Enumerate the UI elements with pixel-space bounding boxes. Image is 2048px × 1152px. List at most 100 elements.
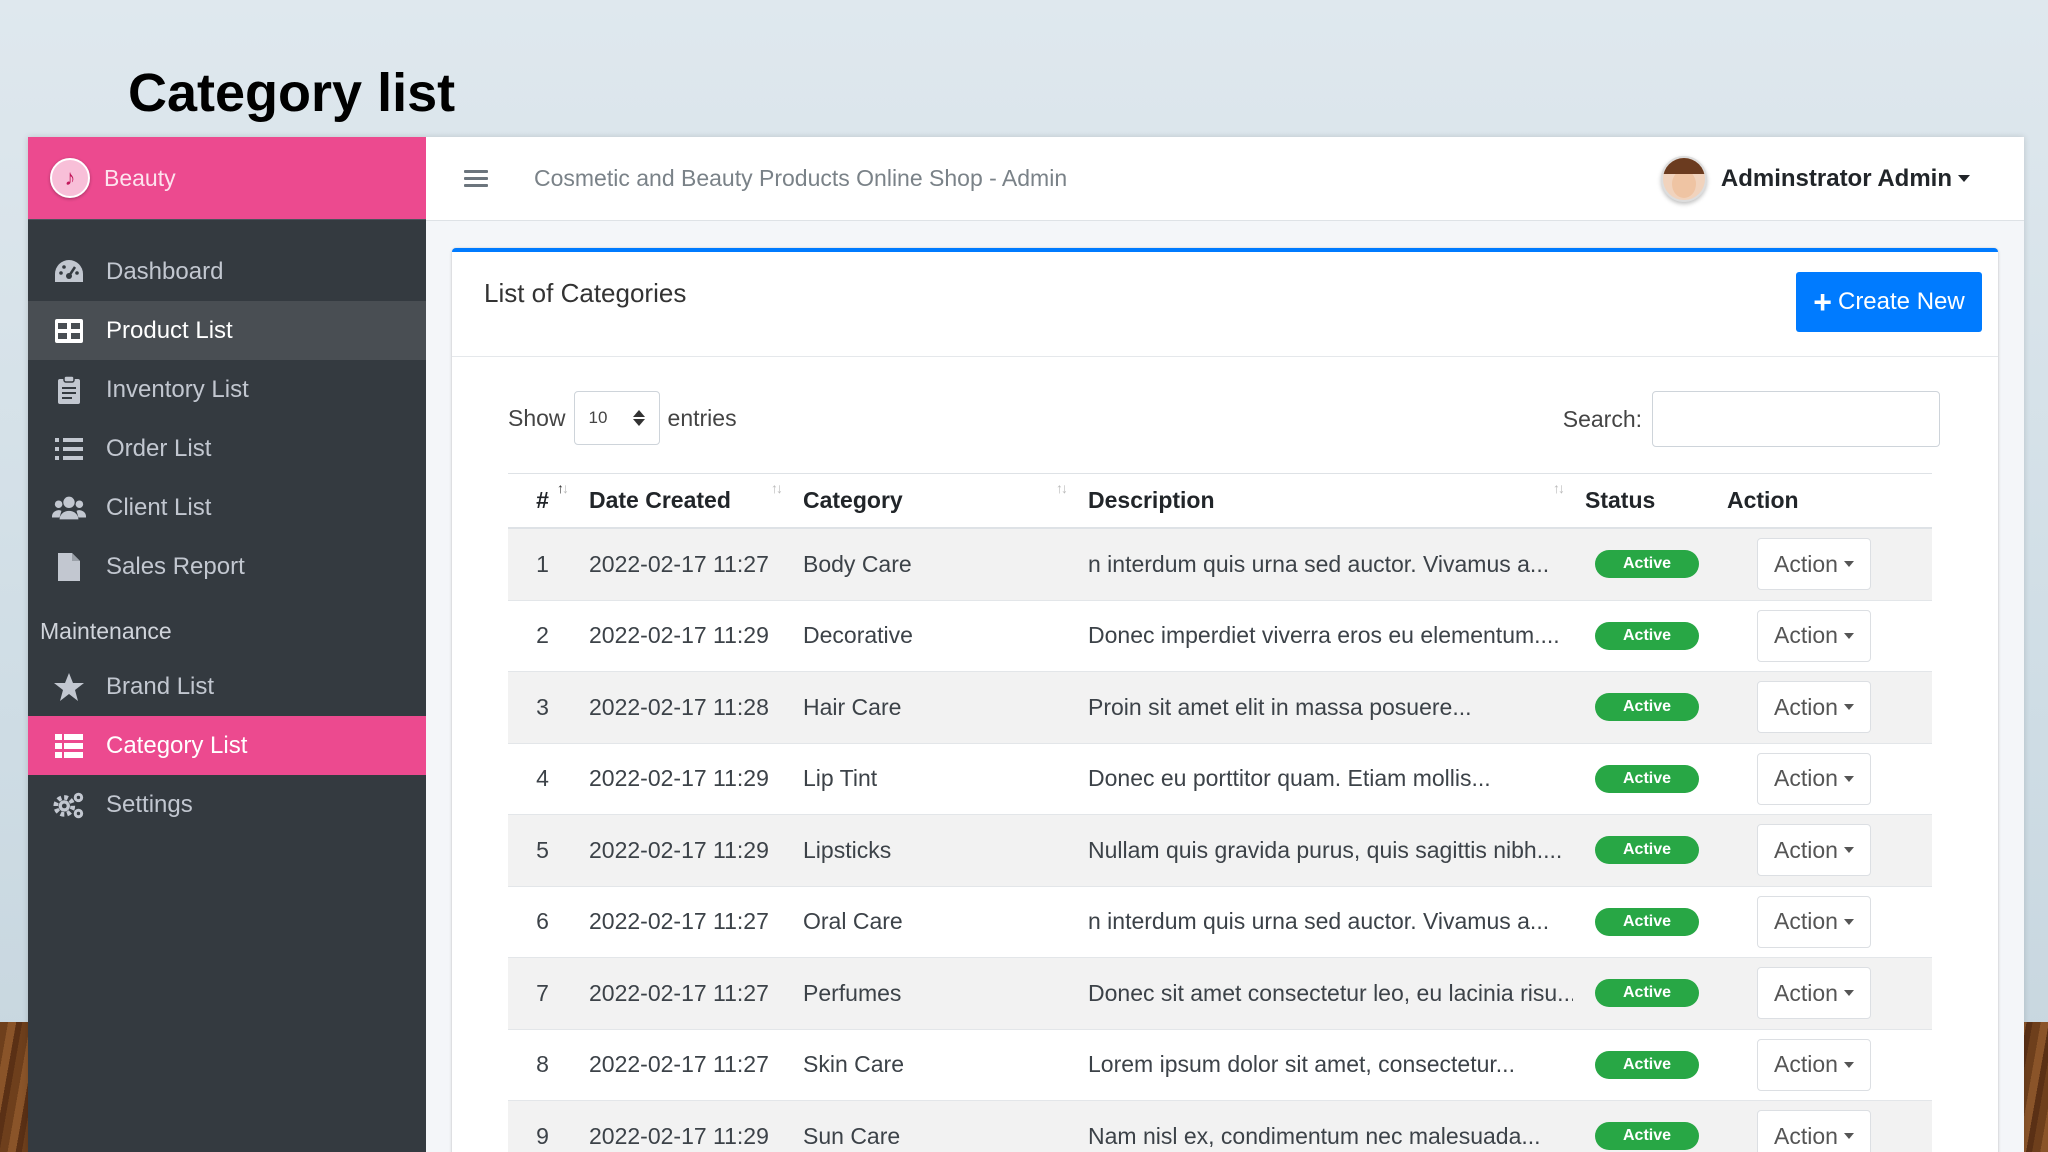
action-dropdown-button[interactable]: Action [1757,895,1871,948]
status-badge: Active [1595,1122,1699,1151]
table-icon [52,314,86,348]
sort-icon: ↑↓ [771,480,783,496]
action-label: Action [1774,908,1838,935]
action-dropdown-button[interactable]: Action [1757,824,1871,877]
users-icon [52,491,86,525]
cell-category: Lip Tint [803,765,878,792]
sidebar-item-label: Category List [106,731,248,759]
cell-action: Action [1715,815,1932,886]
app-title: Cosmetic and Beauty Products Online Shop… [534,165,1068,191]
action-dropdown-button[interactable]: Action [1757,1038,1871,1091]
sidebar-item-brand-list[interactable]: Brand List [28,657,426,716]
select-updown-icon [632,410,645,426]
cogs-icon [52,788,86,822]
cell-date-created: 2022-02-17 11:27 [589,979,769,1006]
action-dropdown-button[interactable]: Action [1757,967,1871,1020]
list-icon [52,432,86,466]
chevron-down-icon [1843,1061,1854,1068]
column-header-action: Action [1727,487,1799,513]
sidebar-item-label: Product List [106,316,233,344]
cell-number: 9 [536,1122,549,1149]
status-badge: Active [1595,550,1699,579]
status-badge: Active [1595,764,1699,793]
sidebar-item-inventory-list[interactable]: Inventory List [28,360,426,419]
cell-status: Active [1573,887,1715,958]
create-new-label: Create New [1837,288,1965,315]
hamburger-icon[interactable] [464,166,488,191]
table-row: 8 2022-02-17 11:27 Skin Care Lorem ipsum do… [508,1030,1932,1101]
sidebar-item-settings[interactable]: Settings [28,775,426,834]
chevron-down-icon [1843,704,1854,711]
cell-category: Skin Care [803,1051,904,1078]
cell-action: Action [1715,1101,1932,1152]
column-header-number[interactable]: # ↑↓ [508,474,577,527]
column-header-date-created[interactable]: Date Created ↑↓ [577,474,791,527]
user-menu[interactable]: Adminstrator Admin [1660,155,1970,202]
categories-card: List of Categories + Create New Show 10 … [452,248,1998,1152]
cell-status: Active [1573,815,1715,886]
chevron-down-icon [1958,175,1970,182]
cell-status: Active [1573,529,1715,600]
cell-action: Action [1715,887,1932,958]
sidebar-item-sales-report[interactable]: Sales Report [28,537,426,596]
cell-description: Nam nisl ex, condimentum nec malesuada..… [1088,1122,1541,1149]
cell-category: Perfumes [803,979,902,1006]
cell-action: Action [1715,529,1932,600]
cell-date-created: 2022-02-17 11:29 [589,836,769,863]
cell-status: Active [1573,1101,1715,1152]
cell-description: Donec eu porttitor quam. Etiam mollis... [1088,765,1491,792]
sidebar-section-maintenance: Maintenance [40,618,172,644]
chevron-down-icon [1843,1133,1854,1140]
sidebar-item-label: Dashboard [106,257,224,285]
sidebar-item-label: Brand List [106,672,215,700]
action-dropdown-button[interactable]: Action [1757,752,1871,805]
cell-status: Active [1573,958,1715,1029]
slide-title: Category list [128,63,456,123]
cell-action: Action [1715,672,1932,743]
cell-category: Oral Care [803,908,903,935]
cell-number: 8 [536,1051,549,1078]
cell-category: Hair Care [803,693,902,720]
cell-date-created: 2022-02-17 11:27 [589,550,769,577]
card-title: List of Categories [484,278,687,308]
sidebar-item-client-list[interactable]: Client List [28,478,426,537]
cell-description: Lorem ipsum dolor sit amet, consectetur.… [1088,1051,1515,1078]
cell-status: Active [1573,744,1715,815]
action-dropdown-button[interactable]: Action [1757,1110,1871,1152]
action-dropdown-button[interactable]: Action [1757,609,1871,662]
table-row: 7 2022-02-17 11:27 Perfumes Donec sit amet … [508,958,1932,1030]
topbar: Cosmetic and Beauty Products Online Shop… [426,137,2024,221]
cell-number: 6 [536,908,549,935]
sidebar-item-dashboard[interactable]: Dashboard [28,242,426,301]
cell-number: 5 [536,836,549,863]
cell-description: n interdum quis urna sed auctor. Vivamus… [1088,908,1550,935]
chevron-down-icon [1843,775,1854,782]
cell-category: Sun Care [803,1122,901,1149]
action-dropdown-button[interactable]: Action [1757,681,1871,734]
create-new-button[interactable]: + Create New [1796,272,1982,332]
search-label: Search: [1562,405,1642,432]
cell-category: Body Care [803,550,912,577]
action-label: Action [1774,836,1838,863]
sidebar-item-category-list[interactable]: Category List [28,716,426,775]
search-input[interactable] [1652,391,1940,447]
column-header-category[interactable]: Category ↑↓ [791,474,1076,527]
action-label: Action [1774,550,1838,577]
chevron-down-icon [1843,561,1854,568]
cell-category: Decorative [803,622,913,649]
table-row: 2 2022-02-17 11:29 Decorative Donec imperdi… [508,601,1932,672]
action-label: Action [1774,765,1838,792]
table-row: 6 2022-02-17 11:27 Oral Care n interdum qui… [508,887,1932,958]
brand-logo: ♪ [50,158,90,198]
sidebar-item-product-list[interactable]: Product List [28,301,426,360]
categories-table: # ↑↓ Date Created ↑↓ Category ↑↓ Descrip… [508,473,1932,1152]
status-badge: Active [1595,693,1699,722]
brand-link[interactable]: ♪ Beauty [28,137,426,220]
cell-number: 7 [536,979,549,1006]
cell-date-created: 2022-02-17 11:27 [589,908,769,935]
column-header-description[interactable]: Description ↑↓ [1076,474,1573,527]
action-dropdown-button[interactable]: Action [1757,538,1871,591]
entries-select[interactable]: 10 [573,391,660,445]
sidebar-item-order-list[interactable]: Order List [28,419,426,478]
brand-name: Beauty [104,164,176,191]
